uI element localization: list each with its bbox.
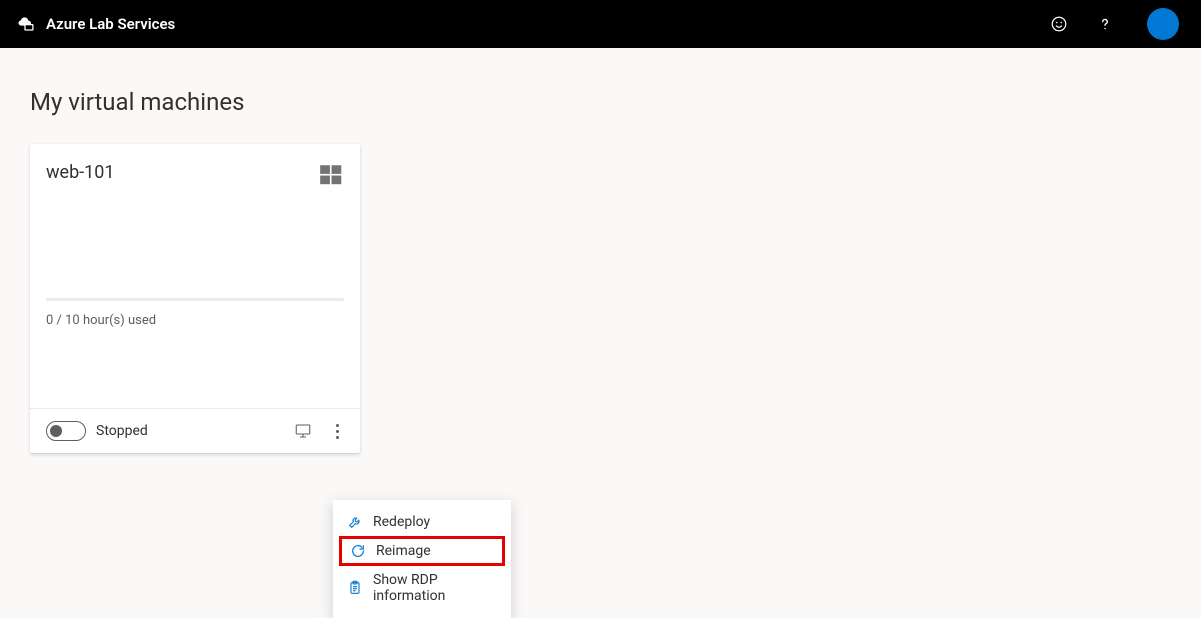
menu-item-show-rdp[interactable]: Show RDP information (333, 564, 511, 612)
vm-status-text: Stopped (96, 423, 148, 439)
refresh-icon (350, 543, 366, 559)
menu-item-reimage[interactable]: Reimage (339, 536, 505, 566)
quota-text: 0 / 10 hour(s) used (46, 313, 344, 328)
vm-name: web-101 (46, 162, 115, 183)
vm-context-menu: Redeploy Reimage Show RDP information (333, 500, 511, 618)
feedback-icon[interactable] (1049, 14, 1069, 34)
menu-label-show-rdp: Show RDP information (373, 572, 497, 604)
menu-label-reimage: Reimage (376, 543, 431, 559)
product-name: Azure Lab Services (46, 15, 175, 33)
user-avatar[interactable] (1147, 8, 1179, 40)
menu-label-redeploy: Redeploy (373, 514, 430, 530)
vm-card: web-101 0 / 10 hour(s) used Stopped (30, 144, 360, 453)
help-icon[interactable] (1095, 14, 1115, 34)
connect-icon[interactable] (294, 422, 312, 440)
wrench-icon (347, 514, 363, 530)
more-actions-button[interactable] (330, 422, 344, 440)
toggle-knob (50, 425, 62, 437)
top-navbar: Azure Lab Services (0, 0, 1201, 48)
menu-item-redeploy[interactable]: Redeploy (333, 506, 511, 538)
vm-power-toggle[interactable] (46, 421, 86, 441)
windows-icon (318, 162, 344, 188)
clipboard-icon (347, 580, 363, 596)
azure-lab-services-logo-icon (16, 14, 36, 34)
page-title: My virtual machines (30, 88, 1171, 116)
quota-progress-bar (46, 298, 344, 301)
brand-area[interactable]: Azure Lab Services (16, 14, 175, 34)
